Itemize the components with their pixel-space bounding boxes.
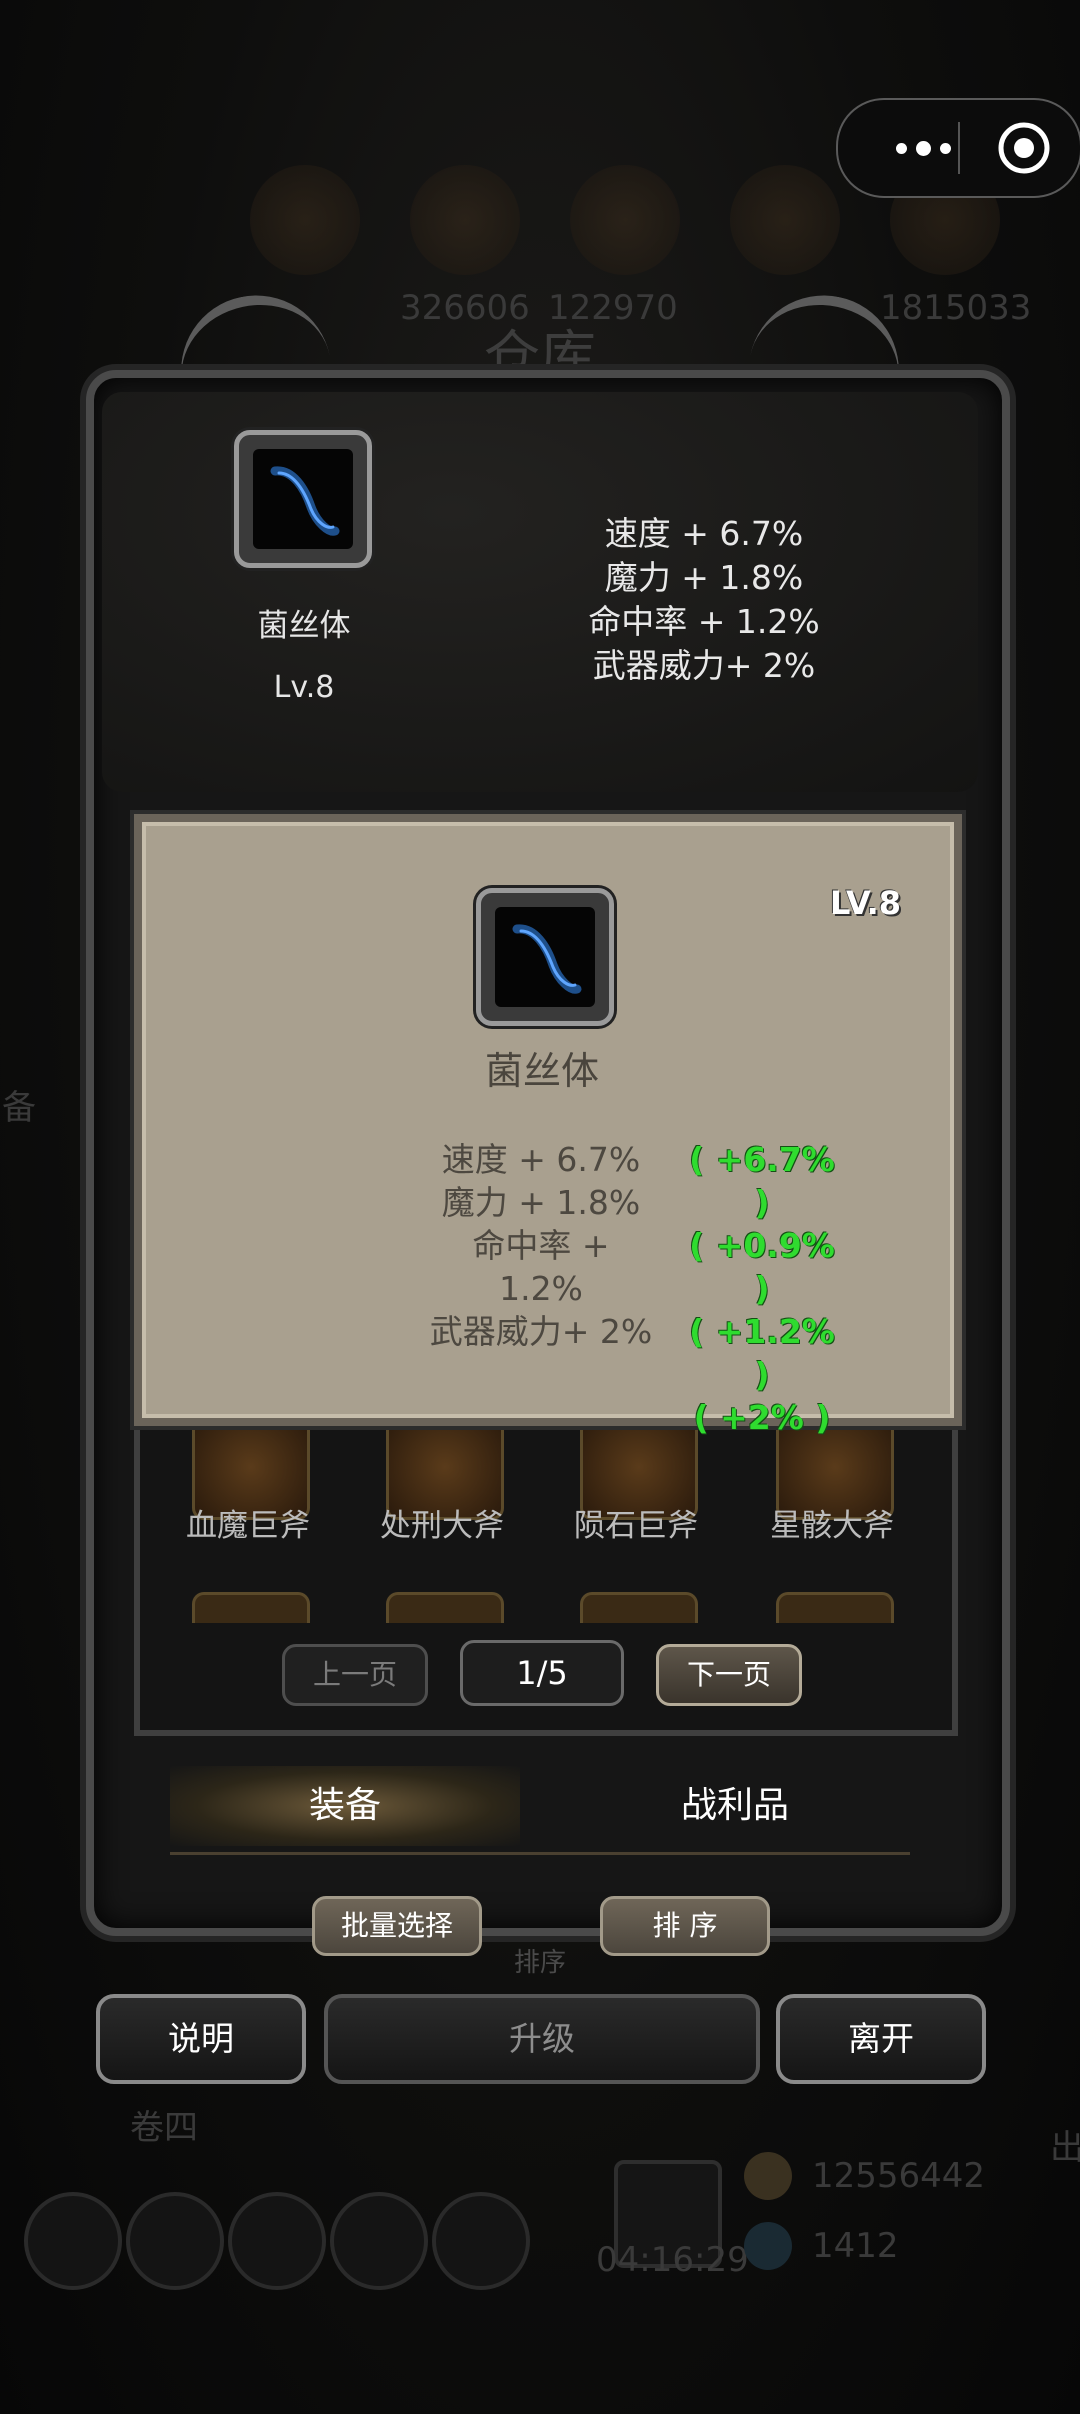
stat-line: 速度 + 6.7% [604,514,804,553]
bg-menu-button [432,2192,530,2290]
explain-button[interactable]: 说明 [96,1994,306,2084]
card-bonuses: ( +6.7% ) ( +0.9% ) ( +1.2% ) ( +2% ) [682,1138,842,1439]
card-item-icon [476,888,614,1026]
item-detail-card: LV.8 菌丝体 速度 + 6.7% 魔力 + 1.8% 命中率 + 1.2% … [134,814,962,1437]
bg-resource-value: 1815033 [880,288,1032,328]
bg-menu-button [126,2192,224,2290]
bg-resource-icon [250,165,360,275]
page-indicator: 1/5 [460,1640,624,1706]
selected-item-name: 菌丝体 [257,608,351,644]
card-stat-line: 速度 + 6.7% [441,1140,641,1179]
tab-divider [170,1852,910,1855]
selected-item-slot[interactable] [234,430,372,568]
tab-loot[interactable]: 战利品 [560,1766,910,1846]
bg-resource-icon [570,165,680,275]
batch-select-button[interactable]: 批量选择 [312,1896,482,1956]
tab-equipment[interactable]: 装备 [170,1766,520,1846]
bg-resource-icon [410,165,520,275]
mini-program-capsule [836,98,1080,198]
capsule-divider [958,122,960,174]
equipment-slot[interactable] [580,1592,698,1623]
bg-menu-button [228,2192,326,2290]
tab-label: 战利品 [680,1785,789,1826]
card-bonus-line: ( +2% ) [693,1398,831,1437]
leave-button[interactable]: 离开 [776,1994,986,2084]
bg-timer: 04:16:29 [596,2240,749,2280]
card-item-name: 菌丝体 [484,1049,599,1093]
prev-page-button[interactable]: 上一页 [282,1644,428,1706]
bg-gem-icon [744,2222,792,2270]
bg-resource-icon [730,165,840,275]
dot-icon [939,142,951,154]
bg-side-label: 备 [2,1088,36,1128]
card-stat-line: 魔力 + 1.8% [441,1183,641,1222]
selected-item-level: Lv.8 [273,670,335,705]
card-stat-line: 武器威力+ 2% [429,1312,653,1351]
curved-blade-icon [270,466,340,536]
selected-item-stats: 速度 + 6.7% 魔力 + 1.8% 命中率 + 1.2% 武器威力+ 2% [544,512,864,688]
sort-button[interactable]: 排 序 [600,1896,770,1956]
equipment-slot[interactable] [386,1592,504,1623]
equipment-name: 陨石巨斧 [574,1508,698,1544]
card-bonus-line: ( +0.9% ) [689,1226,835,1308]
dot-icon [915,140,931,156]
card-bonus-line: ( +6.7% ) [689,1140,835,1222]
next-page-button[interactable]: 下一页 [656,1644,802,1706]
stat-line: 命中率 + 1.2% [588,602,820,641]
bg-coin-icon [744,2152,792,2200]
card-bonus-line: ( +1.2% ) [689,1312,835,1394]
bg-currency-1: 12556442 [812,2156,986,2196]
upgrade-button[interactable]: 升级 [324,1994,760,2084]
equipment-slot[interactable] [192,1592,310,1623]
bg-edge-label: 出 [1050,2128,1080,2168]
equipment-slot[interactable] [776,1592,894,1623]
more-menu-button[interactable] [868,100,978,196]
bg-sort-label: 排序 [513,1948,566,1978]
bg-currency-2: 1412 [812,2226,899,2266]
bg-menu-button [24,2192,122,2290]
close-miniprogram-icon[interactable] [996,120,1052,176]
equipment-name: 处刑大斧 [380,1508,504,1544]
bg-bottom-label: 卷四 [130,2108,198,2148]
card-stat-line: 命中率 + 1.2% [472,1226,610,1308]
stat-line: 武器威力+ 2% [592,646,816,685]
tab-label: 装备 [308,1785,381,1826]
equipment-name: 血魔巨斧 [186,1508,310,1544]
bg-menu-button [330,2192,428,2290]
dot-icon [895,142,907,154]
card-stats: 速度 + 6.7% 魔力 + 1.8% 命中率 + 1.2% 武器威力+ 2% [428,1138,654,1353]
stat-line: 魔力 + 1.8% [604,558,804,597]
card-level: LV.8 [830,884,902,922]
curved-blade-icon [512,924,582,994]
equipment-name: 星骸大斧 [770,1508,894,1544]
